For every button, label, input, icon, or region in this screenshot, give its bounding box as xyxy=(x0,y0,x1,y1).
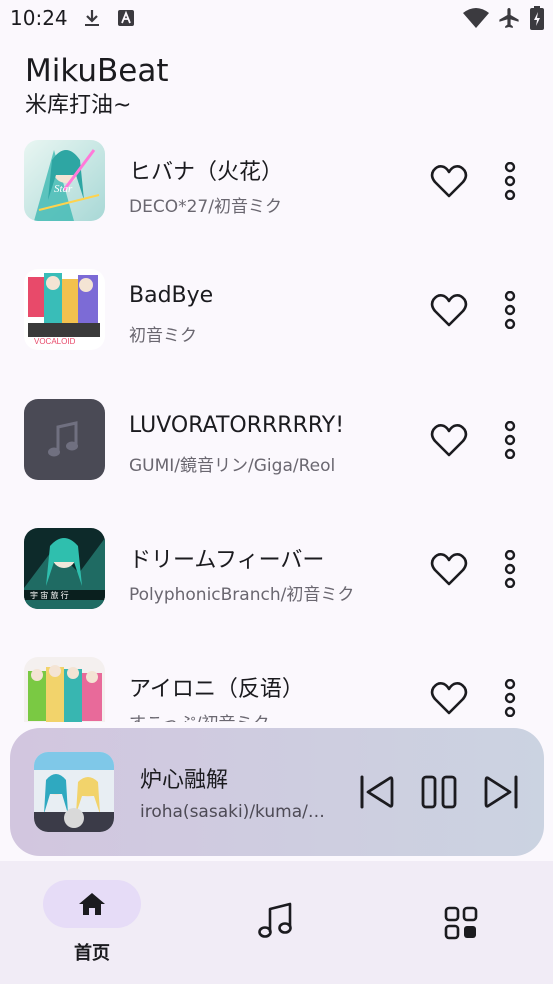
song-artist: DECO*27/初音ミク xyxy=(129,197,282,217)
more-vert-icon[interactable] xyxy=(500,421,520,459)
battery-charging-icon xyxy=(530,6,544,30)
song-row[interactable]: LUVORATORRRRRY! GUMI/鏡音リン/Giga/Reol xyxy=(0,399,553,528)
skip-next-icon[interactable] xyxy=(482,774,520,810)
nav-label-home: 首页 xyxy=(74,943,110,964)
album-art: Star xyxy=(24,140,105,221)
album-art: 宇 宙 旅 行 xyxy=(24,528,105,609)
heart-outline-icon[interactable] xyxy=(430,163,468,199)
more-vert-icon[interactable] xyxy=(500,291,520,329)
song-artist: すこっぷ/初音ミク xyxy=(129,709,270,722)
wifi-icon xyxy=(463,8,489,28)
status-bar: 10:24 xyxy=(0,0,553,38)
svg-text:Star: Star xyxy=(54,183,73,195)
skip-previous-icon[interactable] xyxy=(358,774,396,810)
album-art: VOCALOID xyxy=(24,269,105,350)
now-playing-bar[interactable]: 炉心融解 iroha(sasaki)/kuma/… xyxy=(10,728,544,856)
more-vert-icon[interactable] xyxy=(500,162,520,200)
song-row[interactable]: アイロニ（反语） すこっぷ/初音ミク xyxy=(0,657,553,722)
app-title: MikuBeat xyxy=(25,53,169,89)
more-vert-icon[interactable] xyxy=(500,550,520,588)
download-icon xyxy=(85,10,99,26)
song-title: ヒバナ（火花） xyxy=(129,160,284,185)
svg-text:宇 宙 旅 行: 宇 宙 旅 行 xyxy=(30,590,69,600)
home-icon xyxy=(79,893,105,915)
song-title: BadBye xyxy=(129,283,214,308)
app-header: MikuBeat 米库打油~ xyxy=(25,52,169,121)
a-notification-icon xyxy=(118,10,134,26)
grid-apps-icon[interactable] xyxy=(444,906,478,940)
music-note-icon[interactable] xyxy=(256,901,296,941)
pause-icon[interactable] xyxy=(420,774,458,810)
song-title: ドリームフィーバー xyxy=(129,548,325,573)
airplane-mode-icon xyxy=(499,8,519,28)
song-artist: 初音ミク xyxy=(129,326,197,346)
heart-outline-icon[interactable] xyxy=(430,422,468,458)
song-artist: GUMI/鏡音リン/Giga/Reol xyxy=(129,456,336,476)
song-row[interactable]: Star ヒバナ（火花） DECO*27/初音ミク xyxy=(0,140,553,269)
more-vert-icon[interactable] xyxy=(500,679,520,717)
now-playing-album-art xyxy=(34,752,114,832)
status-time: 10:24 xyxy=(10,6,68,30)
now-playing-title: 炉心融解 xyxy=(140,768,229,793)
heart-outline-icon[interactable] xyxy=(430,292,468,328)
now-playing-artist: iroha(sasaki)/kuma/… xyxy=(140,802,325,822)
song-artist: PolyphonicBranch/初音ミク xyxy=(129,585,355,605)
song-title: アイロニ（反语） xyxy=(129,677,304,702)
song-row[interactable]: VOCALOID BadBye 初音ミク xyxy=(0,269,553,398)
app-subtitle: 米库打油~ xyxy=(25,93,132,118)
song-title: LUVORATORRRRRY! xyxy=(129,413,345,438)
music-note-placeholder-icon xyxy=(24,399,105,480)
svg-text:VOCALOID: VOCALOID xyxy=(34,337,76,346)
heart-outline-icon[interactable] xyxy=(430,551,468,587)
song-row[interactable]: 宇 宙 旅 行 ドリームフィーバー PolyphonicBranch/初音ミク xyxy=(0,528,553,657)
bottom-navigation: 首页 xyxy=(0,861,553,984)
nav-item-home[interactable] xyxy=(43,880,141,928)
album-art xyxy=(24,657,105,722)
heart-outline-icon[interactable] xyxy=(430,680,468,716)
song-list: Star ヒバナ（火花） DECO*27/初音ミク VOCALOID BadBy… xyxy=(0,118,553,722)
